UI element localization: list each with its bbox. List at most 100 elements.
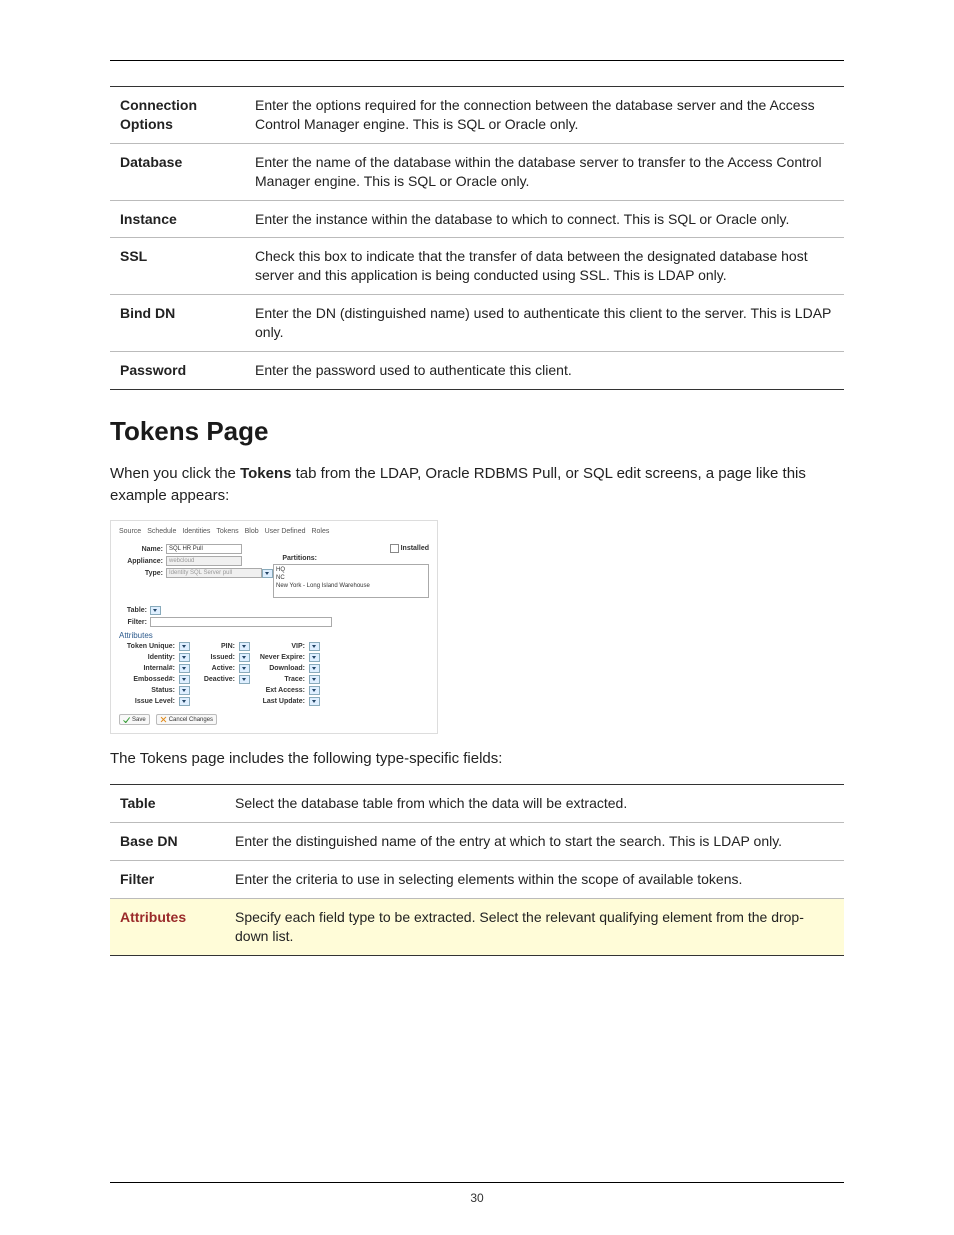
property-name: Bind DN (110, 295, 245, 352)
property-name: Password (110, 352, 245, 390)
intro-bold: Tokens (240, 465, 291, 482)
property-desc: Enter the distinguished name of the entr… (225, 823, 844, 861)
property-desc: Specify each field type to be extracted.… (225, 898, 844, 955)
fig-attributes-grid: Token Unique: PIN: VIP: Identity: Issued: Nev… (119, 642, 429, 706)
list-item[interactable]: New York - Long Island Warehouse (276, 582, 426, 590)
attr-label: Deactive: (191, 676, 237, 683)
table-row: TableSelect the database table from whic… (110, 785, 844, 823)
property-name: Filter (110, 860, 225, 898)
attr-label: Internal#: (119, 665, 177, 672)
section-heading: Tokens Page (110, 416, 844, 447)
fig-filter-label: Filter: (119, 619, 150, 626)
save-button[interactable]: Save (119, 714, 150, 725)
tokens-fields-table: TableSelect the database table from whic… (110, 784, 844, 955)
attr-select[interactable] (179, 697, 190, 706)
figure-tab[interactable]: Schedule (147, 527, 176, 536)
fig-partitions-label: Partitions: (273, 555, 320, 562)
attr-label: Issued: (191, 654, 237, 661)
attr-select[interactable] (309, 653, 320, 662)
attr-select[interactable] (309, 664, 320, 673)
property-desc: Enter the DN (distinguished name) used t… (245, 295, 844, 352)
page-number: 30 (0, 1191, 954, 1205)
attr-select[interactable] (239, 675, 250, 684)
table-row: Bind DNEnter the DN (distinguished name)… (110, 295, 844, 352)
attr-select[interactable] (179, 664, 190, 673)
attr-label: Active: (191, 665, 237, 672)
fig-filter-input[interactable] (150, 617, 332, 627)
figure-tab[interactable]: User Defined (265, 527, 306, 536)
attr-select[interactable] (309, 686, 320, 695)
property-desc: Enter the name of the database within th… (245, 143, 844, 200)
fig-attributes-heading: Attributes (119, 631, 429, 640)
attr-select[interactable] (239, 653, 250, 662)
table-row: InstanceEnter the instance within the da… (110, 200, 844, 238)
attr-label: PIN: (191, 643, 237, 650)
property-desc: Check this box to indicate that the tran… (245, 238, 844, 295)
attr-label: Ext Access: (251, 687, 307, 694)
cancel-button[interactable]: Cancel Changes (156, 714, 217, 725)
property-name: SSL (110, 238, 245, 295)
fig-partitions-listbox[interactable]: HQNCNew York - Long Island Warehouse (273, 564, 429, 598)
after-figure-paragraph: The Tokens page includes the following t… (110, 748, 844, 770)
attr-select[interactable] (309, 697, 320, 706)
attr-label: Download: (251, 665, 307, 672)
figure-tab[interactable]: Source (119, 527, 141, 536)
chevron-down-icon[interactable] (262, 569, 273, 578)
table-row: DatabaseEnter the name of the database w… (110, 143, 844, 200)
attr-label: Never Expire: (251, 654, 307, 661)
property-name: Base DN (110, 823, 225, 861)
figure-tab[interactable]: Blob (245, 527, 259, 536)
attr-select[interactable] (179, 675, 190, 684)
attr-label: Identity: (119, 654, 177, 661)
list-item[interactable]: HQ (276, 566, 426, 574)
property-desc: Select the database table from which the… (225, 785, 844, 823)
table-row: AttributesSpecify each field type to be … (110, 898, 844, 955)
attr-select[interactable] (239, 664, 250, 673)
property-desc: Enter the criteria to use in selecting e… (225, 860, 844, 898)
figure-tab[interactable]: Identities (182, 527, 210, 536)
property-name: Attributes (110, 898, 225, 955)
attr-select[interactable] (309, 675, 320, 684)
attr-label: VIP: (251, 643, 307, 650)
table-row: Connection OptionsEnter the options requ… (110, 87, 844, 144)
list-item[interactable]: NC (276, 574, 426, 582)
property-name: Connection Options (110, 87, 245, 144)
fig-table-select[interactable] (150, 606, 161, 615)
intro-text-a: When you click the (110, 465, 240, 482)
fig-appliance-input: webcloud (166, 556, 242, 566)
installed-checkbox[interactable] (390, 544, 399, 553)
cancel-label: Cancel Changes (169, 717, 213, 723)
table-row: PasswordEnter the password used to authe… (110, 352, 844, 390)
figure-tab[interactable]: Roles (311, 527, 329, 536)
connection-properties-table: Connection OptionsEnter the options requ… (110, 86, 844, 390)
fig-installed-label: Installed (401, 545, 429, 552)
attr-select[interactable] (179, 653, 190, 662)
table-row: Base DNEnter the distinguished name of t… (110, 823, 844, 861)
attr-select[interactable] (179, 642, 190, 651)
attr-select[interactable] (309, 642, 320, 651)
figure-tab[interactable]: Tokens (216, 527, 238, 536)
attr-select[interactable] (179, 686, 190, 695)
page-footer: 30 (0, 1182, 954, 1205)
save-label: Save (132, 717, 146, 723)
property-name: Table (110, 785, 225, 823)
fig-name-label: Name: (119, 546, 166, 553)
tokens-page-figure: Source Schedule Identities Tokens Blob User D… (110, 520, 438, 734)
intro-paragraph: When you click the Tokens tab from the L… (110, 463, 844, 507)
fig-name-input[interactable]: SQL HR Pull (166, 544, 242, 554)
attr-label: Last Update: (251, 698, 307, 705)
table-row: SSLCheck this box to indicate that the t… (110, 238, 844, 295)
figure-tabs: Source Schedule Identities Tokens Blob User D… (119, 527, 429, 536)
fig-type-label: Type: (119, 570, 166, 577)
attr-label: Token Unique: (119, 643, 177, 650)
close-icon (160, 716, 167, 723)
attr-select[interactable] (239, 642, 250, 651)
property-desc: Enter the instance within the database t… (245, 200, 844, 238)
fig-appliance-label: Appliance: (119, 558, 166, 565)
attr-label: Trace: (251, 676, 307, 683)
page-rule-top (110, 60, 844, 61)
property-name: Database (110, 143, 245, 200)
attr-label: Issue Level: (119, 698, 177, 705)
fig-type-select[interactable]: Identity SQL Server pull (166, 568, 262, 578)
attr-label: Embossed#: (119, 676, 177, 683)
